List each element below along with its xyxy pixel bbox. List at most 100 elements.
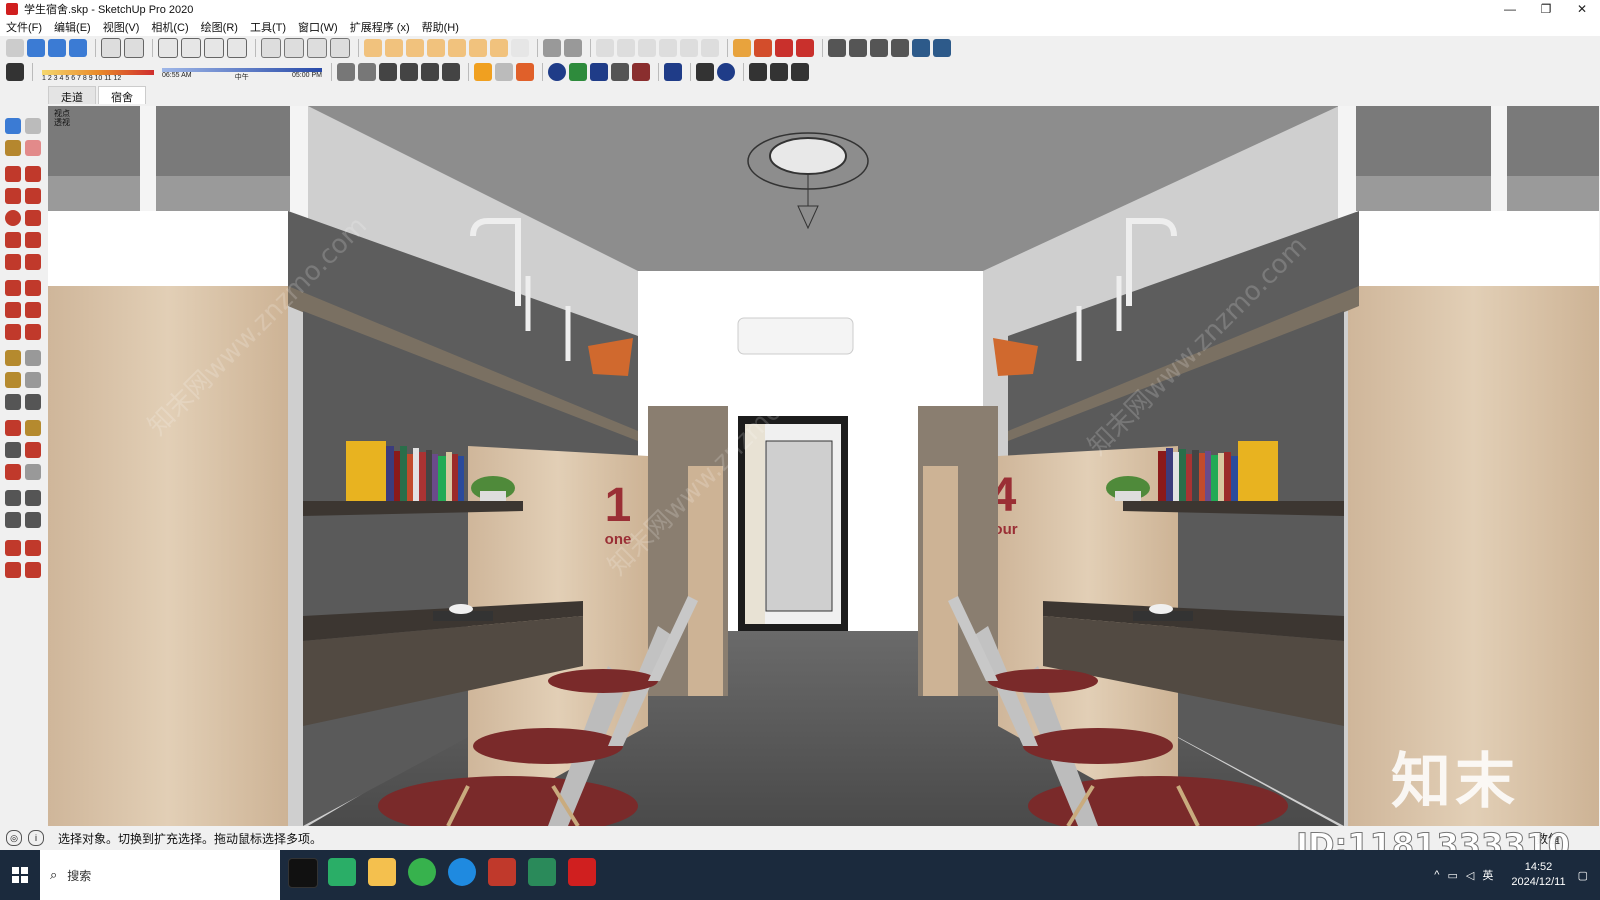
- zoom-icon[interactable]: [5, 442, 21, 458]
- rotate-icon[interactable]: [5, 302, 21, 318]
- table-b-icon[interactable]: [770, 63, 788, 81]
- ruby-console-icon[interactable]: [775, 39, 793, 57]
- sandbox-e-icon[interactable]: [680, 39, 698, 57]
- menu-help[interactable]: 帮助(H): [422, 19, 459, 35]
- sandbox-a-icon[interactable]: [596, 39, 614, 57]
- file-explorer-icon[interactable]: [368, 858, 396, 886]
- push-pull-icon[interactable]: [25, 280, 41, 296]
- ime-indicator[interactable]: 英: [1482, 867, 1493, 883]
- plugin-e-icon[interactable]: [448, 39, 466, 57]
- menu-file[interactable]: 文件(F): [6, 19, 42, 35]
- axes-icon[interactable]: [5, 394, 21, 410]
- follow-me-icon[interactable]: [25, 302, 41, 318]
- plugin-d-icon[interactable]: [427, 39, 445, 57]
- clock[interactable]: 14:52 2024/12/11: [1511, 860, 1565, 890]
- eraser-icon[interactable]: [25, 140, 41, 156]
- menu-window[interactable]: 窗口(W): [298, 19, 338, 35]
- back-edges-icon[interactable]: [124, 38, 144, 58]
- polygon-icon[interactable]: [25, 210, 41, 226]
- circle-icon[interactable]: [5, 210, 21, 226]
- top-view-icon[interactable]: [48, 39, 66, 57]
- sandbox-drape-icon[interactable]: [5, 562, 21, 578]
- mail-icon[interactable]: [696, 63, 714, 81]
- info-status-icon[interactable]: i: [28, 830, 44, 846]
- checker-icon[interactable]: [611, 63, 629, 81]
- solid-tools-icon[interactable]: [543, 39, 561, 57]
- two-point-arc-icon[interactable]: [25, 232, 41, 248]
- scene-tab-corridor[interactable]: 走道: [48, 86, 96, 104]
- scene-tab-dorm[interactable]: 宿舍: [98, 86, 146, 104]
- three-point-arc-icon[interactable]: [5, 254, 21, 270]
- geo-location-icon[interactable]: ◎: [6, 830, 22, 846]
- warehouse-a-icon[interactable]: [337, 63, 355, 81]
- wechat-icon[interactable]: [328, 858, 356, 886]
- arc-icon[interactable]: [5, 232, 21, 248]
- browser-360-icon[interactable]: [408, 858, 436, 886]
- refresh-b-icon[interactable]: [495, 63, 513, 81]
- freehand-icon[interactable]: [25, 166, 41, 182]
- sandbox-c-icon[interactable]: [638, 39, 656, 57]
- sandbox-b-icon[interactable]: [617, 39, 635, 57]
- garage-icon[interactable]: [442, 63, 460, 81]
- orbit-icon[interactable]: [5, 420, 21, 436]
- menu-extensions[interactable]: 扩展程序 (x): [350, 19, 410, 35]
- plugin-h-icon[interactable]: [511, 39, 529, 57]
- notification-icon[interactable]: ▢: [1578, 869, 1588, 882]
- render-d-icon[interactable]: [891, 39, 909, 57]
- 3d-warehouse-icon[interactable]: [754, 39, 772, 57]
- sandbox-smoove-icon[interactable]: [5, 540, 21, 556]
- make-component-icon[interactable]: [25, 118, 41, 134]
- sketchup-taskbar-icon[interactable]: [568, 858, 596, 886]
- iso-view-icon[interactable]: [27, 39, 45, 57]
- wireframe-icon[interactable]: [158, 38, 178, 58]
- xray-icon[interactable]: [101, 38, 121, 58]
- minimize-button[interactable]: —: [1492, 0, 1528, 18]
- add-circle-icon[interactable]: [548, 63, 566, 81]
- menu-edit[interactable]: 编辑(E): [54, 19, 91, 35]
- sandbox-detail-icon[interactable]: [25, 562, 41, 578]
- paint-icon[interactable]: [5, 140, 21, 156]
- previous-view-icon[interactable]: [25, 464, 41, 480]
- extension-warehouse-icon[interactable]: [733, 39, 751, 57]
- menu-draw[interactable]: 绘图(R): [201, 19, 238, 35]
- text-icon[interactable]: [25, 372, 41, 388]
- settings-gear-icon[interactable]: [796, 39, 814, 57]
- home-outline-icon[interactable]: [421, 63, 439, 81]
- info-icon[interactable]: [717, 63, 735, 81]
- render-c-icon[interactable]: [870, 39, 888, 57]
- gear-icon[interactable]: [664, 63, 682, 81]
- component-icon[interactable]: [307, 38, 327, 58]
- plugin-g-icon[interactable]: [490, 39, 508, 57]
- lock-icon[interactable]: [330, 38, 350, 58]
- move-tool-icon[interactable]: [5, 280, 21, 296]
- qq-icon[interactable]: [288, 858, 318, 888]
- shadow-time-slider[interactable]: 06:55 AM 中午 05:00 PM: [162, 62, 322, 82]
- plugin-a-icon[interactable]: [364, 39, 382, 57]
- volume-icon[interactable]: ◁: [1466, 869, 1474, 882]
- autocad-icon[interactable]: [488, 858, 516, 886]
- house-icon[interactable]: [379, 63, 397, 81]
- tape-measure-icon[interactable]: [5, 350, 21, 366]
- menu-camera[interactable]: 相机(C): [151, 19, 188, 35]
- render-f-icon[interactable]: [933, 39, 951, 57]
- remote-desktop-icon[interactable]: [528, 858, 556, 886]
- tree-icon[interactable]: [569, 63, 587, 81]
- refresh-a-icon[interactable]: [474, 63, 492, 81]
- cloud-icon[interactable]: [632, 63, 650, 81]
- close-button[interactable]: ✕: [1564, 0, 1600, 18]
- sandbox-f-icon[interactable]: [701, 39, 719, 57]
- walk-icon[interactable]: [5, 512, 21, 528]
- layers-icon[interactable]: [516, 63, 534, 81]
- sandbox-d-icon[interactable]: [659, 39, 677, 57]
- render-a-icon[interactable]: [828, 39, 846, 57]
- front-view-icon[interactable]: [69, 39, 87, 57]
- look-around-icon[interactable]: [25, 490, 41, 506]
- taskbar-search[interactable]: ⌕ 搜索: [40, 850, 280, 900]
- shadow-date-slider[interactable]: 1 2 3 4 5 6 7 8 9 10 11 12: [42, 62, 154, 82]
- tray-expand-icon[interactable]: ^: [1434, 869, 1439, 881]
- chart-icon[interactable]: [590, 63, 608, 81]
- building-icon[interactable]: [400, 63, 418, 81]
- menu-tools[interactable]: 工具(T): [250, 19, 286, 35]
- rotated-rect-icon[interactable]: [25, 188, 41, 204]
- offset-icon[interactable]: [25, 324, 41, 340]
